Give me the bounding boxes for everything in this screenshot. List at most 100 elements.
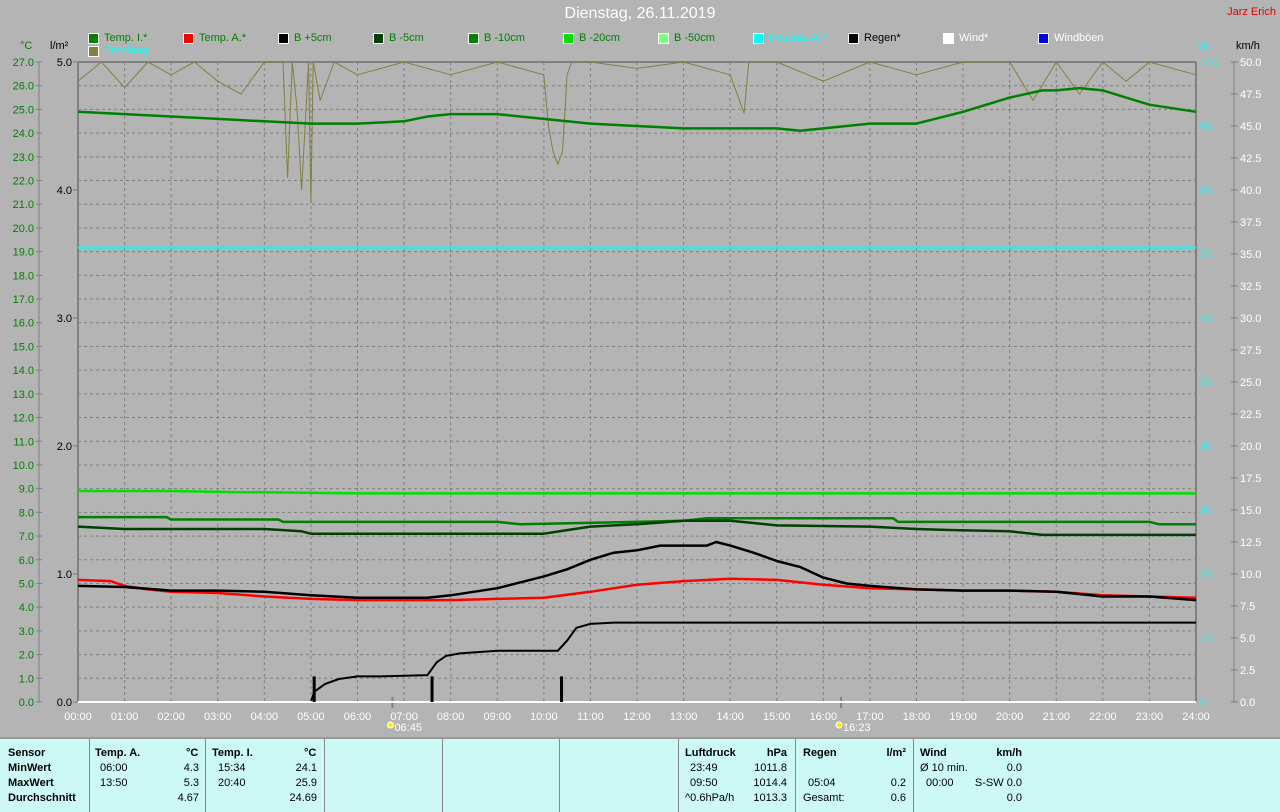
x-tick-label: 18:00 [903, 711, 931, 723]
temp-tick-label: 6.0 [19, 555, 34, 567]
x-tick-label: 16:00 [810, 711, 838, 723]
rain-max: 0.2 [890, 777, 906, 789]
temp-i-header: Temp. I. [212, 747, 253, 759]
sunrise-label: 06:45 [394, 722, 422, 734]
rain-tick-label: 0.0 [57, 697, 72, 709]
pressure-trend: ^0.6hPa/h [685, 792, 735, 804]
temp-tick-label: 18.0 [13, 270, 34, 282]
temp-i-min-time: 15:34 [218, 762, 246, 774]
wind-tick-label: 17.5 [1240, 473, 1261, 485]
sunset-label: 16:23 [843, 722, 871, 734]
temp-tick-label: 9.0 [19, 484, 34, 496]
wind-tick-label: 37.5 [1240, 217, 1261, 229]
humidity-tick-label: 70 [1200, 249, 1212, 261]
temp-tick-label: 12.0 [13, 413, 34, 425]
temp-tick-label: 17.0 [13, 294, 34, 306]
wind-tick-label: 50.0 [1240, 57, 1261, 69]
rain-tick-label: 5.0 [57, 57, 72, 69]
humidity-tick-label: 40 [1200, 441, 1212, 453]
humidity-tick-label: 100 [1200, 57, 1218, 69]
pressure-header: Luftdruck [685, 747, 736, 759]
temp-a-min-time: 06:00 [100, 762, 128, 774]
temp-i-unit: °C [304, 747, 317, 759]
x-tick-label: 01:00 [111, 711, 139, 723]
pressure-min: 1011.8 [754, 762, 787, 774]
temp-tick-label: 0.0 [19, 697, 34, 709]
temp-i-min: 24.1 [295, 762, 317, 774]
x-tick-label: 24:00 [1182, 711, 1210, 723]
pressure-max: 1014.4 [753, 777, 787, 789]
rain-tick-label: 4.0 [57, 185, 72, 197]
temp-tick-label: 15.0 [13, 341, 34, 353]
sunrise-icon [386, 721, 394, 729]
x-tick-label: 11:00 [577, 711, 604, 723]
wind-unit: km/h [996, 747, 1022, 759]
temp-tick-label: 16.0 [13, 318, 34, 330]
temp-tick-label: 23.0 [13, 152, 34, 164]
max-label: MaxWert [8, 777, 54, 789]
wind-tick-label: 10.0 [1240, 569, 1261, 581]
temp-tick-label: 26.0 [13, 81, 34, 93]
temp-tick-label: 11.0 [13, 436, 34, 448]
temp-tick-label: 5.0 [19, 578, 34, 590]
x-tick-label: 21:00 [1042, 711, 1070, 723]
wind-max-time: 00:00 [926, 777, 954, 789]
x-tick-label: 03:00 [204, 711, 232, 723]
temp-tick-label: 21.0 [13, 199, 34, 211]
wind-current: 0.0 [1006, 792, 1022, 804]
temp-a-min: 4.3 [183, 762, 199, 774]
x-tick-label: 10:00 [530, 711, 558, 723]
x-tick-label: 09:00 [483, 711, 511, 723]
wind-tick-label: 7.5 [1240, 601, 1255, 613]
x-tick-label: 19:00 [949, 711, 977, 723]
x-tick-label: 00:00 [64, 711, 92, 723]
rain-tick-label: 2.0 [57, 441, 72, 453]
wind-tick-label: 25.0 [1240, 377, 1261, 389]
temp-tick-label: 24.0 [13, 128, 34, 140]
temp-tick-label: 2.0 [19, 650, 34, 662]
humidity-tick-label: 30 [1200, 505, 1212, 517]
humidity-tick-label: 10 [1200, 633, 1212, 645]
temp-tick-label: 13.0 [13, 389, 34, 401]
temp-tick-label: 19.0 [13, 247, 34, 259]
humidity-tick-label: 60 [1200, 313, 1212, 325]
sensor-header: Sensor [8, 747, 46, 759]
temp-tick-label: 1.0 [19, 673, 34, 685]
sunset-icon [835, 721, 843, 729]
rain-header: Regen [803, 747, 837, 759]
avg-label: Durchschnitt [8, 792, 76, 804]
temp-tick-label: 7.0 [19, 531, 34, 543]
temp-i-max-time: 20:40 [218, 777, 246, 789]
rain-total-label: Gesamt: [803, 792, 845, 804]
temp-tick-label: 14.0 [13, 365, 34, 377]
rain-max-time: 05:04 [808, 777, 836, 789]
temp-i-max: 25.9 [295, 777, 317, 789]
pressure-max-time: 09:50 [690, 777, 718, 789]
wind-avg: 0.0 [1006, 762, 1022, 774]
wind-tick-label: 12.5 [1240, 537, 1261, 549]
wind-tick-label: 0.0 [1240, 697, 1255, 709]
wind-max: S-SW 0.0 [974, 777, 1022, 789]
rain-unit: l/m² [886, 747, 906, 759]
humidity-tick-label: 0 [1200, 697, 1206, 709]
rain-tick-label: 3.0 [57, 313, 72, 325]
rain-total: 0.6 [890, 792, 906, 804]
wind-tick-label: 2.5 [1240, 665, 1255, 677]
weather-chart: 00:00 01:00 02:00 03:00 04:00 05:00 06:00 07:00… [13, 57, 1262, 734]
wind-tick-label: 47.5 [1240, 89, 1261, 101]
wind-tick-label: 32.5 [1240, 281, 1261, 293]
temp-a-max: 5.3 [183, 777, 199, 789]
temp-tick-label: 27.0 [13, 57, 34, 69]
pressure-current: 1013.3 [753, 792, 787, 804]
x-tick-label: 13:00 [670, 711, 698, 723]
temp-i-avg: 24.69 [289, 792, 317, 804]
temp-a-avg: 4.67 [177, 792, 199, 804]
x-tick-label: 23:00 [1136, 711, 1164, 723]
stats-table: Sensor MinWert MaxWert Durchschnitt Temp… [0, 737, 1280, 812]
wind-tick-label: 30.0 [1240, 313, 1261, 325]
x-tick-label: 14:00 [716, 711, 744, 723]
x-tick-label: 04:00 [251, 711, 279, 723]
temp-a-max-time: 13:50 [100, 777, 128, 789]
temp-a-unit: °C [186, 747, 199, 759]
min-label: MinWert [8, 762, 52, 774]
